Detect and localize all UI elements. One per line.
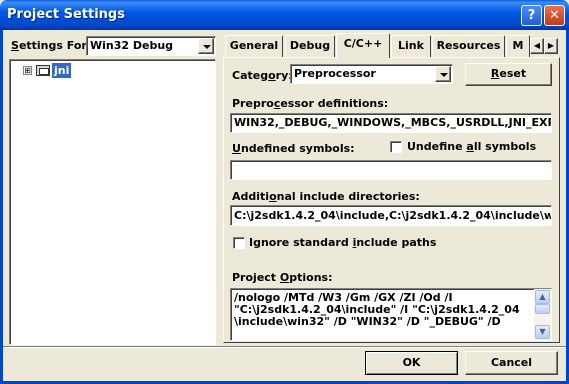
tab-link[interactable]: Link: [391, 35, 431, 57]
project-options-text[interactable]: /nologo /MTd /W3 /Gm /GX /ZI /Od /I "C:\…: [234, 292, 534, 338]
project-tree[interactable]: ⊞ jni: [9, 59, 216, 345]
additional-include-label: Additional include directories:: [232, 190, 420, 203]
tree-expand-icon[interactable]: ⊞: [23, 66, 32, 75]
tab-scroll-right-icon[interactable]: ▶: [544, 38, 558, 54]
settings-for-value: Win32 Debug: [90, 39, 174, 52]
settings-for-dropdown[interactable]: Win32 Debug: [86, 36, 216, 56]
chevron-down-icon[interactable]: [435, 66, 451, 82]
footer-divider: [3, 346, 566, 348]
ignore-standard-include-checkbox[interactable]: [233, 237, 245, 249]
additional-include-field[interactable]: C:\j2sdk1.4.2_04\include,C:\j2sdk1.4.2_0…: [230, 205, 552, 226]
tab-scroll-left-icon[interactable]: ◀: [530, 38, 544, 54]
tab-more[interactable]: M: [506, 35, 530, 57]
project-options-field[interactable]: /nologo /MTd /W3 /Gm /GX /ZI /Od /I "C:\…: [230, 288, 552, 341]
tab-scroll-buttons: ◀ ▶: [530, 38, 559, 54]
tab-general[interactable]: General: [225, 35, 283, 57]
category-value: Preprocessor: [294, 67, 376, 80]
undefined-symbols-field[interactable]: [230, 160, 552, 180]
tab-cpp[interactable]: C/C++: [336, 33, 390, 58]
undefined-symbols-label: Undefined symbols:: [232, 142, 355, 155]
cancel-button[interactable]: Cancel: [465, 351, 558, 375]
scroll-up-icon[interactable]: ▲: [535, 290, 550, 304]
scroll-down-icon[interactable]: ▼: [535, 325, 550, 339]
settings-for-label: Settings For:: [11, 39, 92, 52]
close-button[interactable]: ✕: [544, 5, 565, 26]
undefine-all-checkbox[interactable]: [390, 141, 402, 153]
project-icon: [36, 65, 50, 76]
reset-button[interactable]: Reset: [465, 63, 552, 86]
ok-button[interactable]: OK: [365, 351, 458, 375]
project-options-scrollbar[interactable]: ▲ ▼: [534, 289, 551, 340]
category-dropdown[interactable]: Preprocessor: [290, 64, 453, 84]
chevron-down-icon[interactable]: [198, 38, 214, 54]
help-button[interactable]: ?: [521, 5, 542, 26]
tab-resources[interactable]: Resources: [432, 35, 505, 57]
preprocessor-definitions-label: Preprocessor definitions:: [232, 97, 389, 110]
category-label: Category:: [232, 69, 293, 82]
tab-debug[interactable]: Debug: [285, 35, 335, 57]
preprocessor-definitions-field[interactable]: WIN32,_DEBUG,_WINDOWS,_MBCS,_USRDLL,JNI_…: [230, 113, 552, 133]
tree-item-jni[interactable]: jni: [52, 63, 72, 78]
ignore-standard-include-label[interactable]: Ignore standard include paths: [249, 236, 436, 249]
undefine-all-label[interactable]: Undefine all symbols: [407, 140, 536, 153]
project-options-label: Project Options:: [232, 271, 333, 284]
scroll-thumb[interactable]: [535, 304, 550, 314]
window-title: Project Settings: [7, 7, 125, 22]
